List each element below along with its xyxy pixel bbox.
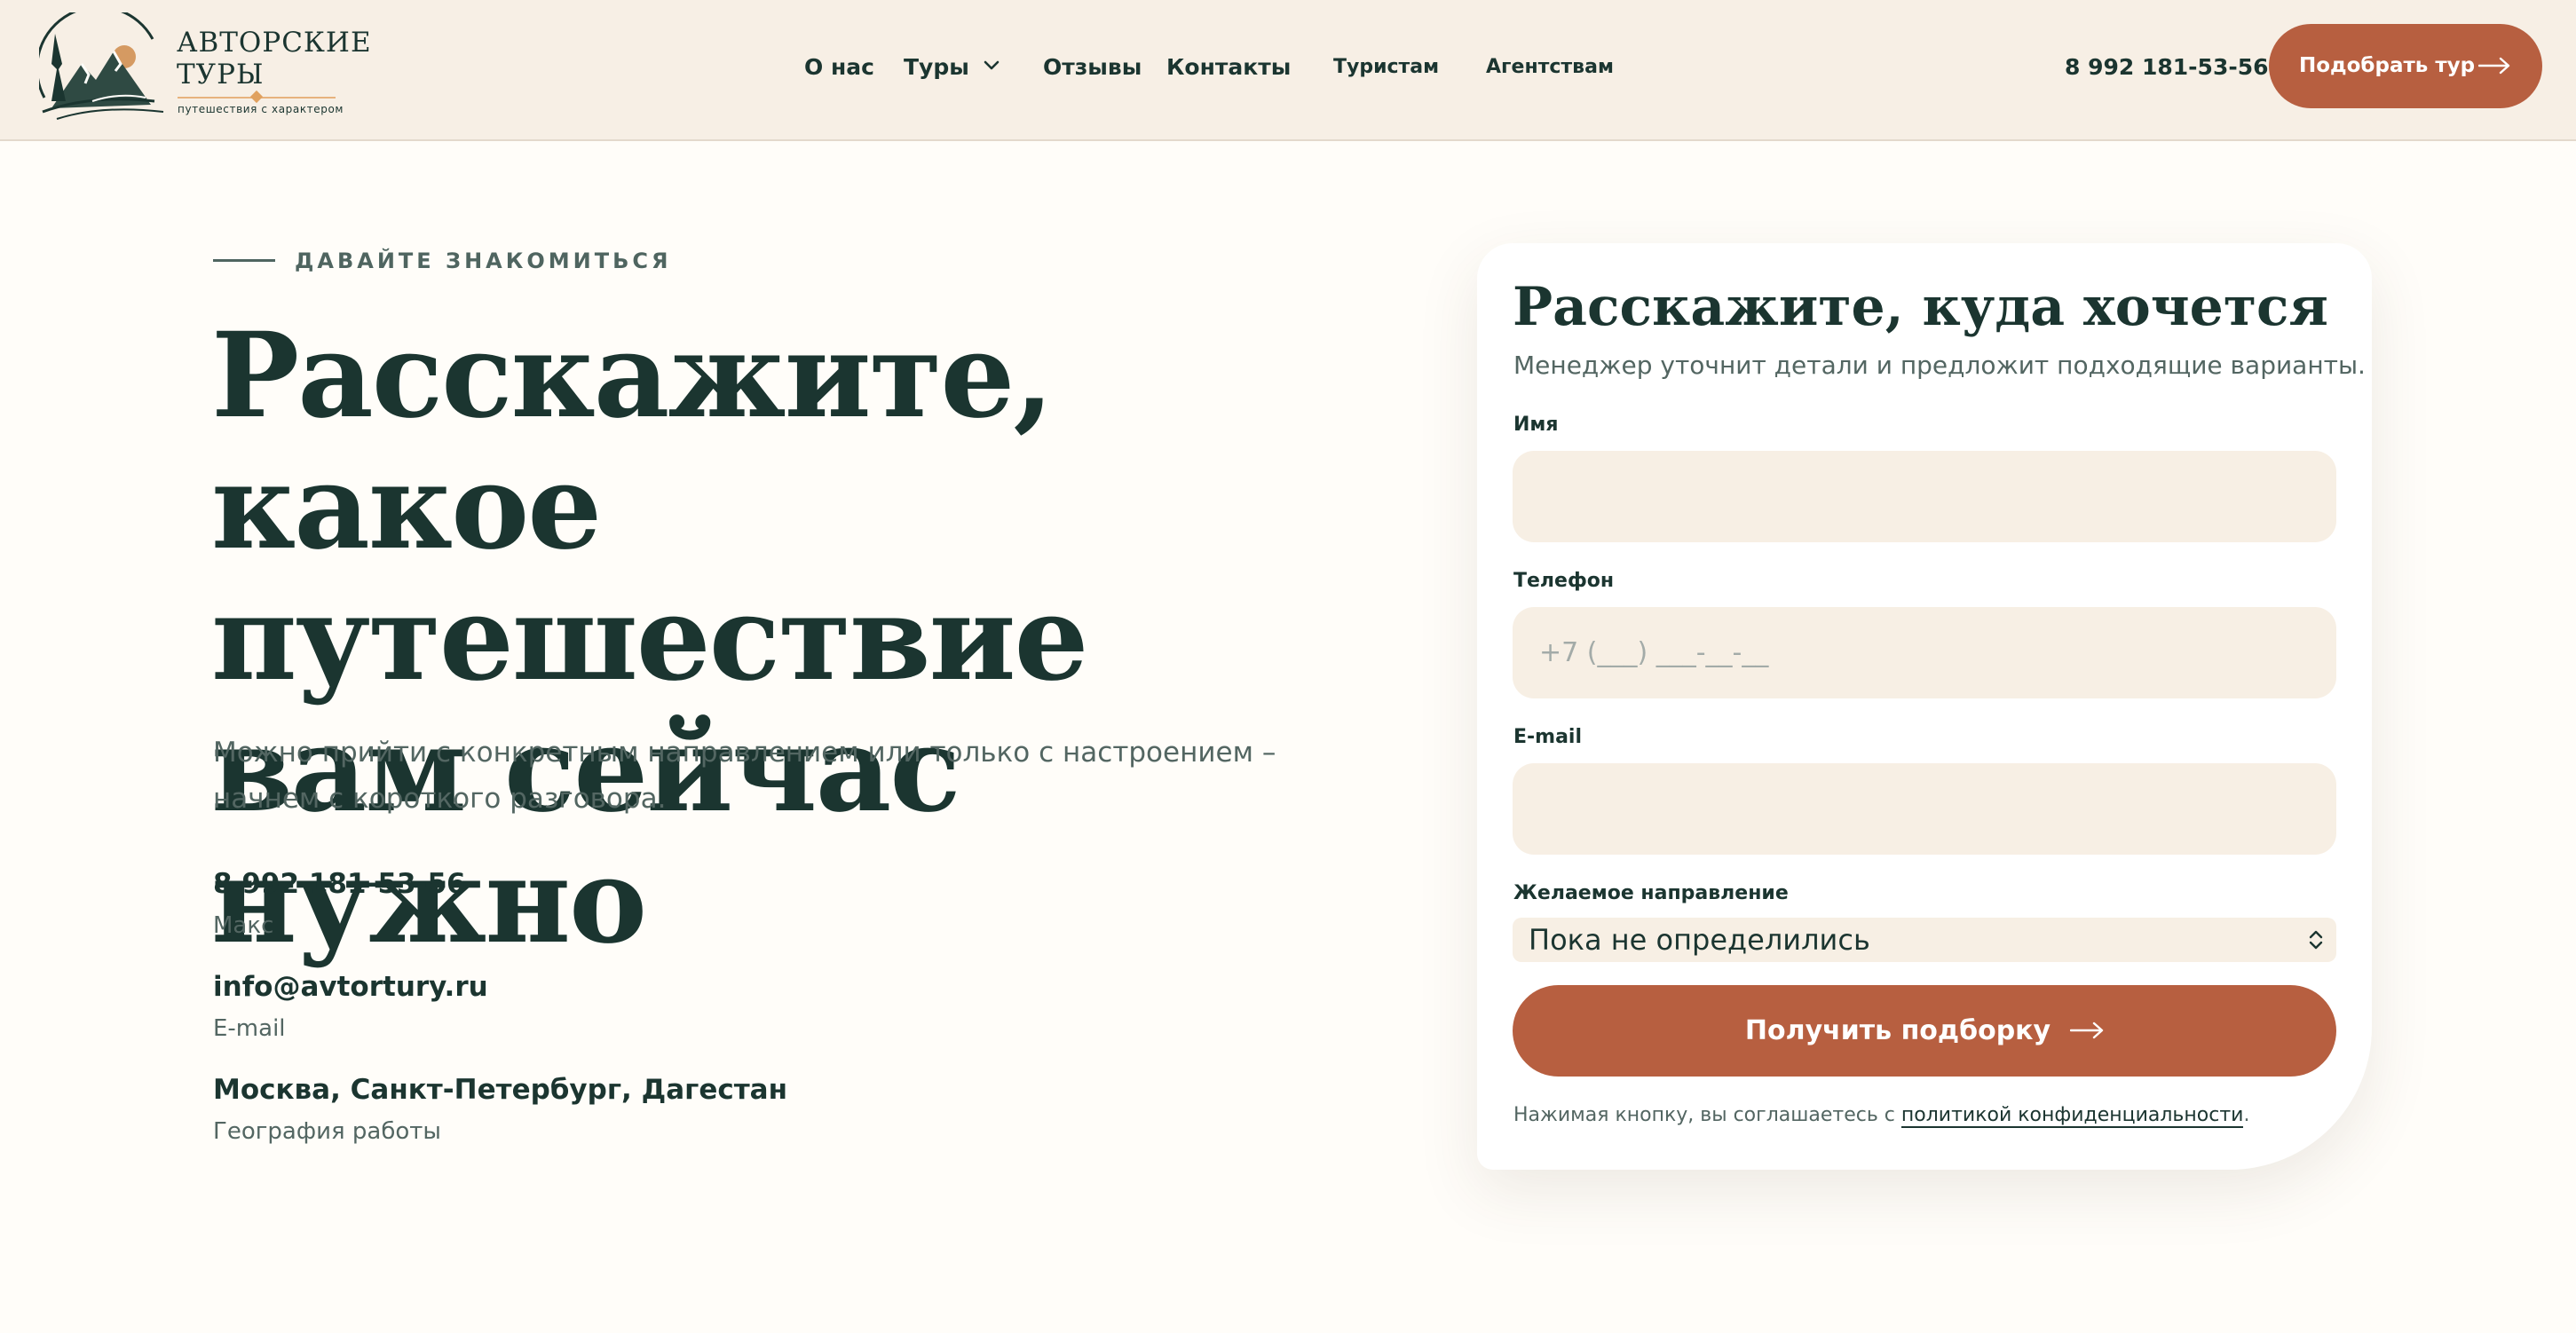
phone-field-label: Телефон — [1513, 570, 1615, 592]
arrow-right-icon — [2478, 57, 2510, 75]
nav-item-label: Туры — [904, 54, 969, 80]
direction-select[interactable]: Пока не определились — [1513, 918, 2336, 962]
contact-phone-caption: Макс — [213, 912, 274, 939]
contact-phone-link[interactable]: 8 992 181-53-56 — [213, 866, 466, 902]
form-title: Расскажите, куда хочется — [1513, 276, 2328, 338]
arrow-right-icon — [2070, 1021, 2104, 1038]
eyebrow-line — [213, 259, 275, 262]
name-input[interactable] — [1513, 451, 2336, 542]
section-eyebrow: ДАВАЙТЕ ЗНАКОМИТЬСЯ — [295, 248, 672, 273]
form-subtitle: Менеджер уточнит детали и предложит подх… — [1513, 351, 2366, 380]
tour-request-form: Расскажите, куда хочется Менеджер уточни… — [1477, 243, 2372, 1170]
contact-geography: Москва, Санкт-Петербург, Дагестан — [213, 1074, 788, 1106]
nav-item-tours[interactable]: Туры — [904, 50, 1001, 85]
get-selection-button[interactable]: Получить подборку — [1513, 985, 2336, 1077]
consent-suffix: . — [2243, 1104, 2250, 1126]
name-field-label: Имя — [1513, 414, 1559, 436]
contact-email-caption: E-mail — [213, 1015, 286, 1042]
nav-item-agencies[interactable]: Агентствам — [1486, 50, 1614, 85]
mountain-emblem-icon — [39, 12, 164, 120]
get-selection-button-label: Получить подборку — [1744, 1015, 2051, 1046]
phone-input[interactable] — [1513, 607, 2336, 698]
header-phone-link[interactable]: 8 992 181-53-56 — [2065, 50, 2269, 85]
consent-note: Нажимая кнопку, вы соглашаетесь с полити… — [1513, 1102, 2249, 1129]
brand-logo[interactable]: АВТОРСКИЕ ТУРЫ путешествия с характером — [39, 12, 376, 122]
diamond-icon — [249, 90, 264, 104]
email-field-label: E-mail — [1513, 726, 1583, 748]
nav-item-tourists[interactable]: Туристам — [1333, 50, 1439, 85]
consent-prefix: Нажимая кнопку, вы соглашаетесь с — [1513, 1104, 1901, 1126]
chevron-down-icon — [984, 60, 1000, 70]
privacy-policy-link[interactable]: политикой конфиденциальности — [1900, 1104, 2244, 1128]
brand-tagline: путешествия с характером — [178, 103, 344, 115]
select-updown-icon — [2309, 930, 2323, 950]
pick-tour-button[interactable]: Подобрать тур — [2269, 24, 2542, 108]
email-input[interactable] — [1513, 763, 2336, 855]
direction-select-value: Пока не определились — [1529, 923, 1870, 957]
hero-lead: Можно прийти с конкретным направлением и… — [213, 737, 1276, 815]
direction-field-label: Желаемое направление — [1513, 882, 1789, 904]
brand-name: АВТОРСКИЕ ТУРЫ — [177, 27, 372, 91]
contact-email-link[interactable]: info@avtortury.ru — [213, 969, 488, 1005]
nav-item-contacts[interactable]: Контакты — [1166, 50, 1291, 85]
contact-geography-caption: География работы — [213, 1118, 441, 1145]
nav-item-about[interactable]: О нас — [804, 50, 874, 85]
pick-tour-button-label: Подобрать тур — [2299, 54, 2476, 77]
site-header: АВТОРСКИЕ ТУРЫ путешествия с характером … — [0, 0, 2576, 141]
nav-item-reviews[interactable]: Отзывы — [1043, 50, 1142, 85]
